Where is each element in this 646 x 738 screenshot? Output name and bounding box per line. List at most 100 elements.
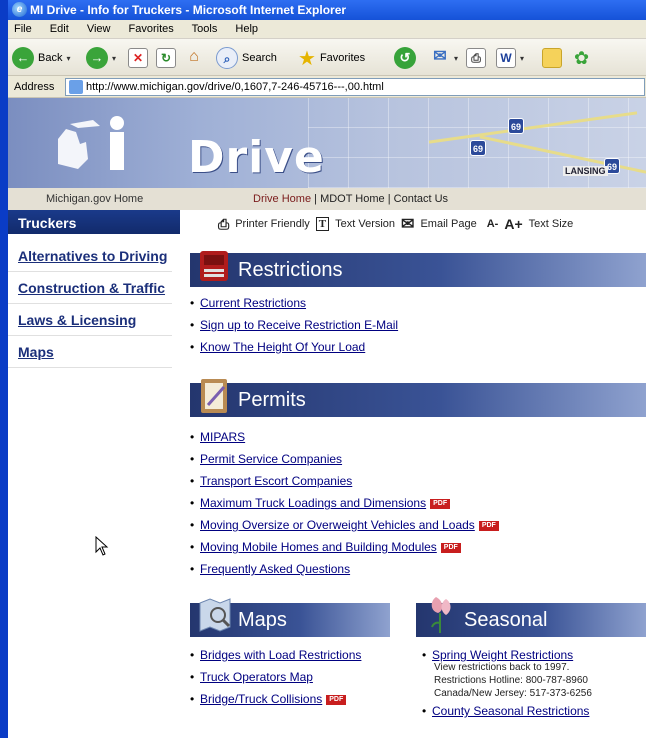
page-content: 69 69 69 LANSING Drive Michigan.gov Home… bbox=[8, 98, 646, 738]
max-truck-loadings-link[interactable]: Maximum Truck Loadings and Dimensions bbox=[200, 496, 426, 510]
bullet: • bbox=[190, 496, 195, 510]
truck-icon bbox=[200, 251, 228, 281]
transport-escort-companies-link[interactable]: Transport Escort Companies bbox=[200, 474, 352, 488]
mipars-link[interactable]: MIPARS bbox=[200, 430, 245, 444]
sidebar-item-construction[interactable]: Construction & Traffic bbox=[8, 272, 172, 304]
current-restrictions-link[interactable]: Current Restrictions bbox=[200, 296, 306, 310]
printer-icon: ⎙ bbox=[218, 215, 230, 232]
maps-links: • Bridges with Load Restrictions • Truck O… bbox=[190, 644, 361, 710]
title-bar: e MI Drive - Info for Truckers - Microso… bbox=[8, 0, 646, 20]
list-item: • Sign up to Receive Restriction E-Mail bbox=[190, 314, 398, 336]
oversize-vehicles-link[interactable]: Moving Oversize or Overweight Vehicles a… bbox=[200, 518, 475, 532]
chevron-down-icon: ▾ bbox=[66, 53, 71, 63]
address-label: Address bbox=[14, 81, 55, 93]
email-page-link[interactable]: Email Page bbox=[420, 218, 476, 230]
list-item: • Maximum Truck Loadings and Dimensions PD… bbox=[190, 492, 499, 514]
history-button[interactable]: ↺ bbox=[394, 46, 416, 70]
search-icon: ⌕ bbox=[216, 47, 238, 69]
sidebar-item-laws[interactable]: Laws & Licensing bbox=[8, 304, 172, 336]
highway-shield-icon: 69 bbox=[508, 118, 524, 134]
back-label: Back bbox=[38, 52, 63, 64]
michigan-logo-icon[interactable] bbox=[48, 114, 158, 174]
history-icon: ↺ bbox=[394, 47, 416, 69]
bullet: • bbox=[422, 704, 427, 718]
permits-links: • MIPARS • Permit Service Companies • Trans… bbox=[190, 426, 499, 580]
list-item: • Know The Height Of Your Load bbox=[190, 336, 398, 358]
stop-icon: ✕ bbox=[128, 48, 148, 68]
printer-friendly-link[interactable]: Printer Friendly bbox=[235, 218, 310, 230]
address-url: http://www.michigan.gov/drive/0,1607,7-2… bbox=[86, 81, 384, 93]
mail-button[interactable]: ✉ ▾ bbox=[430, 46, 458, 70]
home-icon: ⌂ bbox=[189, 48, 199, 65]
bullet: • bbox=[190, 452, 195, 466]
page-icon bbox=[69, 80, 83, 94]
edit-button[interactable]: W ▾ bbox=[496, 46, 524, 70]
messenger-button[interactable]: ✿ bbox=[574, 46, 589, 70]
bullet: • bbox=[190, 474, 195, 488]
spring-weight-restrictions-link[interactable]: Spring Weight Restrictions bbox=[432, 648, 573, 662]
mdot-home-link[interactable]: MDOT Home bbox=[320, 193, 385, 205]
menu-help[interactable]: Help bbox=[235, 23, 258, 35]
list-item: • County Seasonal Restrictions bbox=[422, 700, 592, 722]
text-size-increase[interactable]: A+ bbox=[504, 216, 522, 232]
drive-home-link[interactable]: Drive Home bbox=[253, 193, 311, 205]
text-size-decrease[interactable]: A- bbox=[487, 218, 499, 230]
menu-edit[interactable]: Edit bbox=[50, 23, 69, 35]
refresh-button[interactable]: ↻ bbox=[156, 46, 176, 70]
menu-tools[interactable]: Tools bbox=[192, 23, 218, 35]
sidebar-item-maps[interactable]: Maps bbox=[8, 336, 172, 368]
list-item: • Current Restrictions bbox=[190, 292, 398, 314]
forward-button[interactable]: → ▾ bbox=[86, 46, 116, 70]
forward-arrow-icon: → bbox=[86, 47, 108, 69]
restriction-email-signup-link[interactable]: Sign up to Receive Restriction E-Mail bbox=[200, 318, 398, 332]
back-button[interactable]: ← Back ▾ bbox=[12, 46, 70, 70]
highway-shield-icon: 69 bbox=[470, 140, 486, 156]
bullet: • bbox=[190, 562, 195, 576]
bullet: • bbox=[190, 430, 195, 444]
seasonal-links: • Spring Weight Restrictions View restric… bbox=[422, 644, 592, 722]
ie-logo-icon: e bbox=[12, 2, 27, 17]
mobile-homes-link[interactable]: Moving Mobile Homes and Building Modules bbox=[200, 540, 437, 554]
sidebar-heading: Truckers bbox=[8, 210, 180, 236]
favorites-button[interactable]: ★ Favorites bbox=[298, 46, 365, 70]
bridge-truck-collisions-link[interactable]: Bridge/Truck Collisions bbox=[200, 692, 322, 706]
print-button[interactable]: ⎙ bbox=[466, 46, 486, 70]
back-arrow-icon: ← bbox=[12, 47, 34, 69]
list-item: • Moving Mobile Homes and Building Module… bbox=[190, 536, 499, 558]
browser-window: e MI Drive - Info for Truckers - Microso… bbox=[0, 0, 646, 738]
seasonal-note: View restrictions back to 1997. bbox=[434, 662, 570, 673]
contact-us-link[interactable]: Contact Us bbox=[394, 193, 448, 205]
bullet: • bbox=[190, 296, 195, 310]
mail-icon: ✉ bbox=[433, 48, 447, 65]
permit-service-companies-link[interactable]: Permit Service Companies bbox=[200, 452, 342, 466]
sidebar-item-alternatives[interactable]: Alternatives to Driving bbox=[8, 240, 172, 272]
home-button[interactable]: ⌂ bbox=[184, 46, 204, 70]
maps-header: Maps bbox=[190, 598, 390, 637]
menu-bar: File Edit View Favorites Tools Help bbox=[8, 20, 646, 39]
star-icon: ★ bbox=[298, 47, 316, 70]
sidebar: Truckers Alternatives to Driving Constru… bbox=[8, 210, 180, 368]
stop-button[interactable]: ✕ bbox=[128, 46, 148, 70]
faq-link[interactable]: Frequently Asked Questions bbox=[200, 562, 350, 576]
search-button[interactable]: ⌕ Search bbox=[216, 46, 277, 70]
bullet: • bbox=[190, 670, 195, 684]
load-height-link[interactable]: Know The Height Of Your Load bbox=[200, 340, 365, 354]
maps-title: Maps bbox=[238, 609, 287, 631]
word-icon: W bbox=[496, 48, 516, 68]
text-size-label: Text Size bbox=[528, 218, 574, 230]
seasonal-header: Seasonal bbox=[416, 597, 646, 637]
menu-view[interactable]: View bbox=[87, 23, 111, 35]
menu-favorites[interactable]: Favorites bbox=[129, 23, 174, 35]
county-seasonal-restrictions-link[interactable]: County Seasonal Restrictions bbox=[432, 704, 589, 718]
menu-file[interactable]: File bbox=[14, 23, 32, 35]
pdf-icon: PDF bbox=[430, 498, 451, 509]
truck-operators-map-link[interactable]: Truck Operators Map bbox=[200, 670, 313, 684]
envelope-icon: ✉ bbox=[401, 216, 415, 233]
michigan-gov-home-link[interactable]: Michigan.gov Home bbox=[46, 188, 143, 210]
discuss-button[interactable] bbox=[542, 46, 562, 70]
permits-header: Permits bbox=[190, 379, 646, 417]
bridges-load-restrictions-link[interactable]: Bridges with Load Restrictions bbox=[200, 648, 361, 662]
address-input[interactable]: http://www.michigan.gov/drive/0,1607,7-2… bbox=[65, 78, 645, 96]
list-item: • Bridges with Load Restrictions bbox=[190, 644, 361, 666]
text-version-link[interactable]: Text Version bbox=[335, 218, 395, 230]
